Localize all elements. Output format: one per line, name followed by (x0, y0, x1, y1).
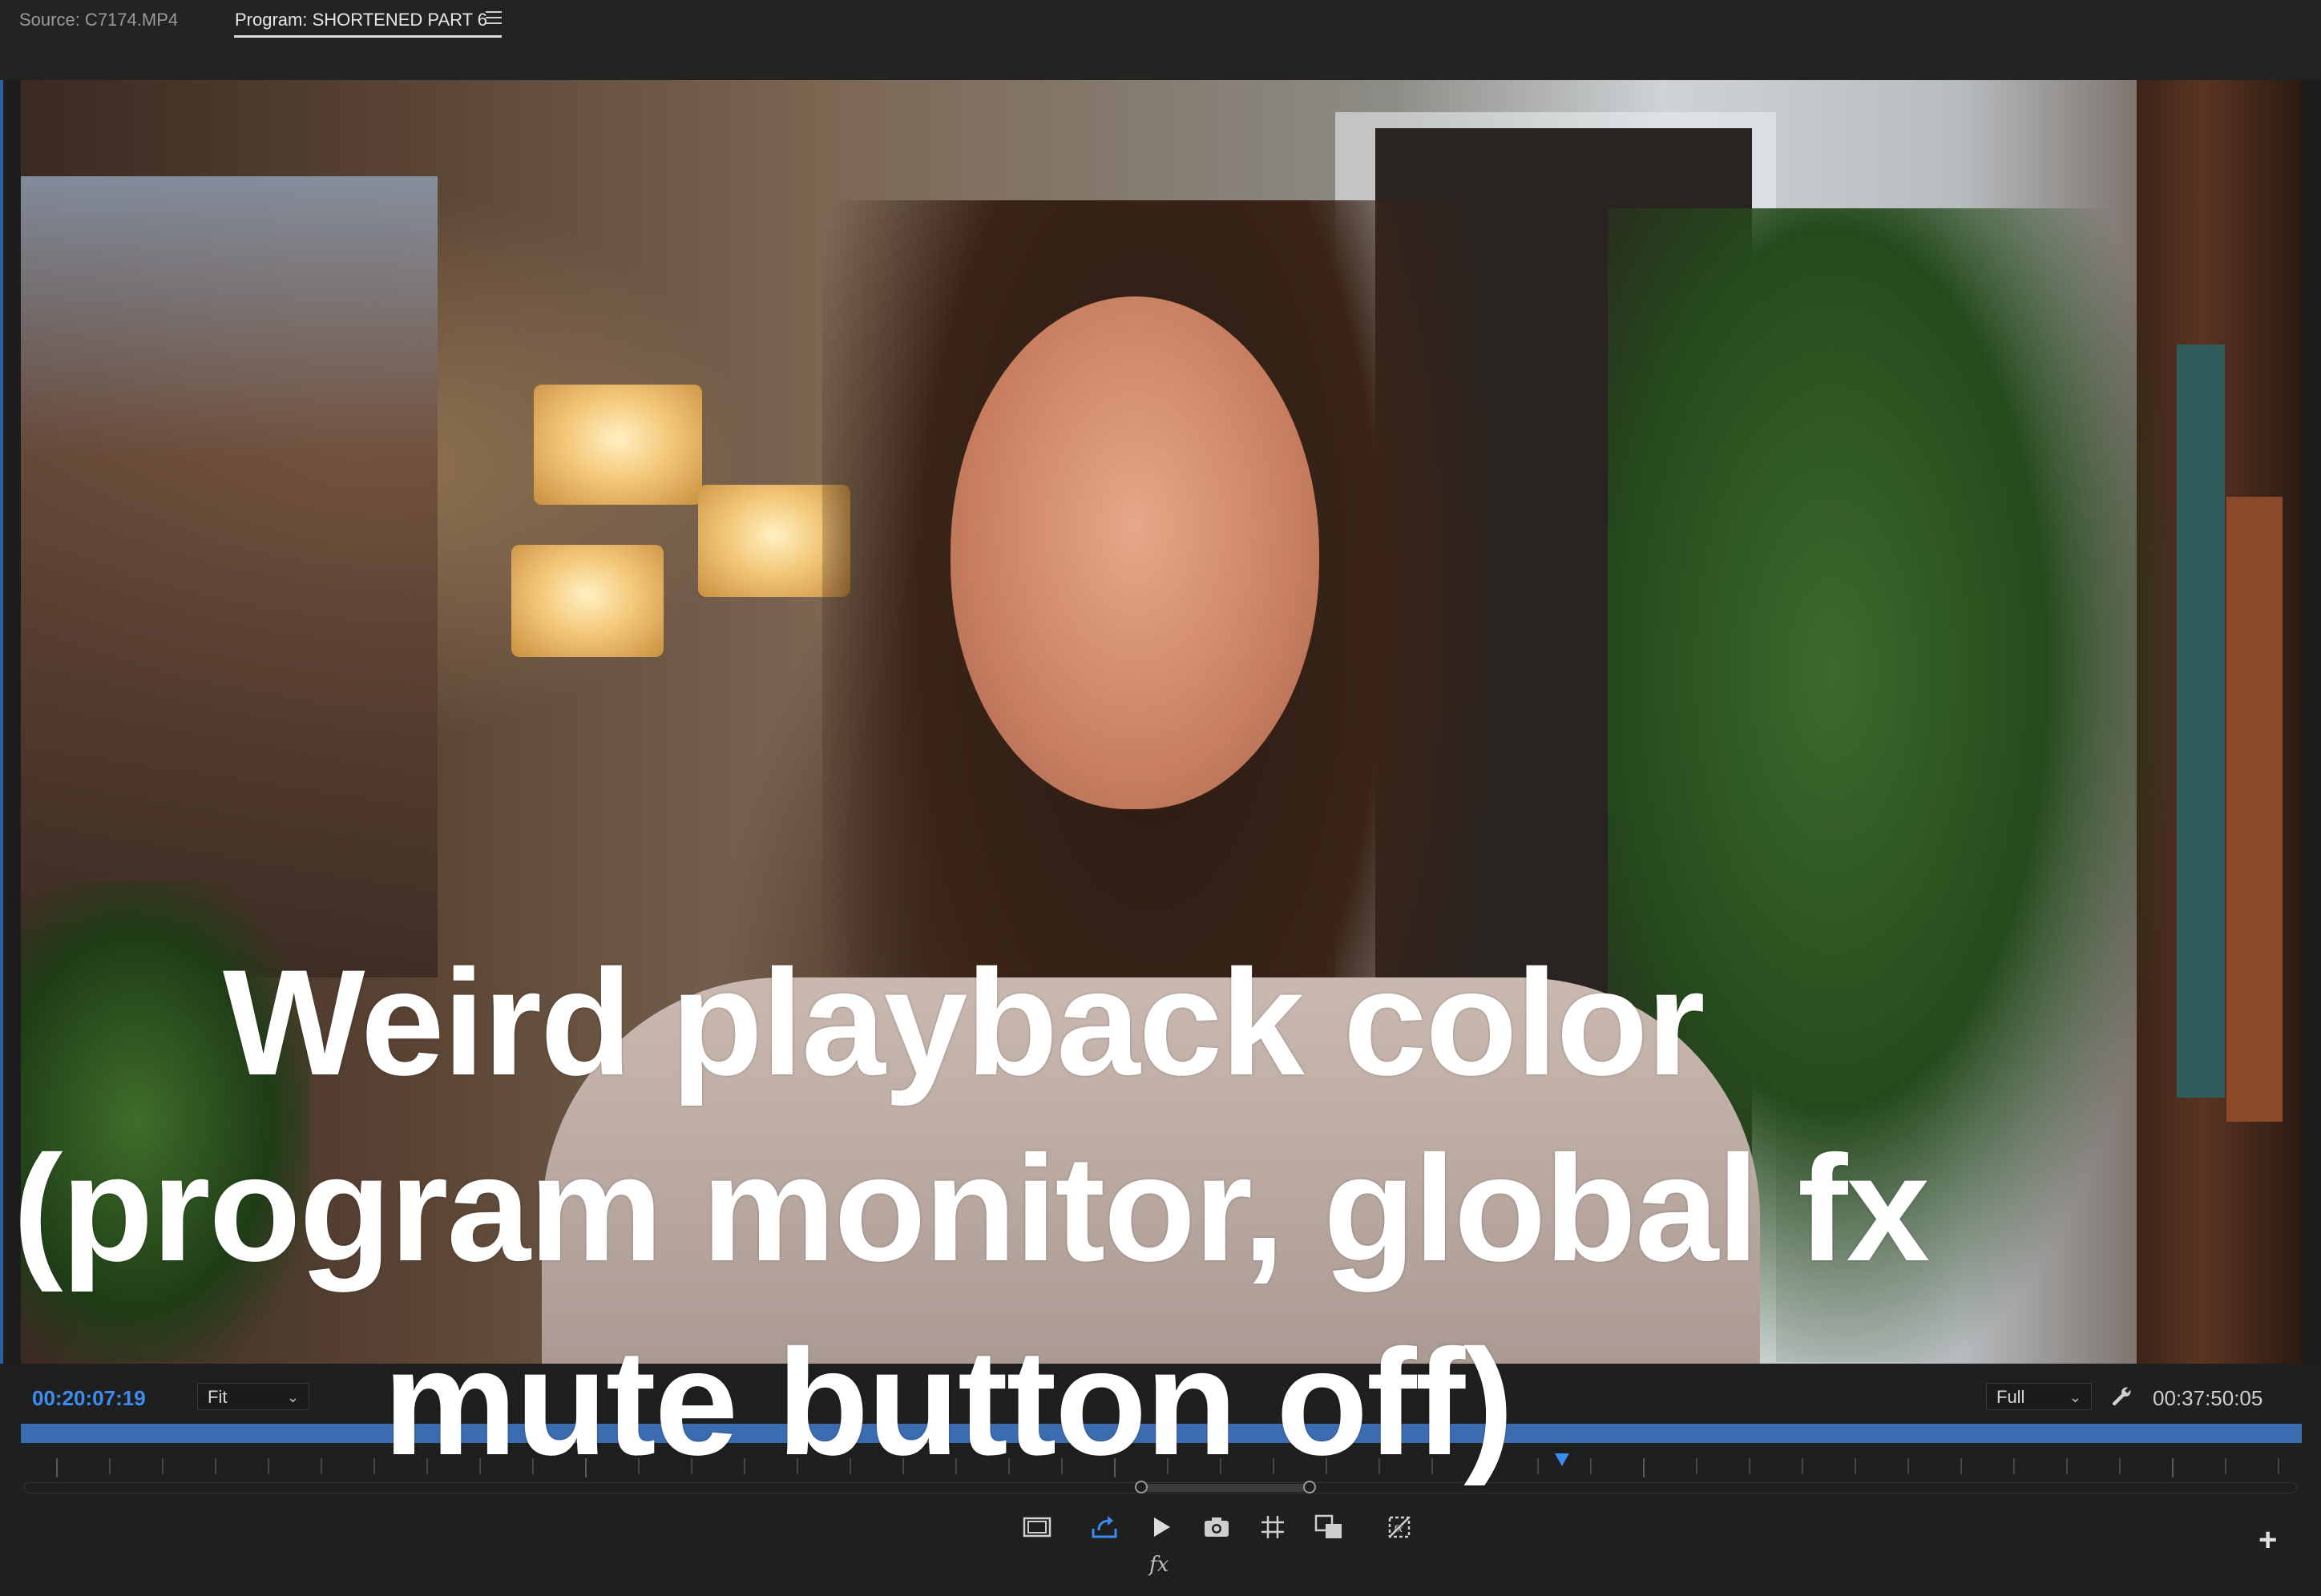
safe-margins-icon[interactable] (1019, 1509, 1055, 1545)
plus-icon[interactable]: + (2258, 1524, 2277, 1556)
active-tab-indicator (234, 35, 502, 38)
grid-icon[interactable] (1255, 1509, 1290, 1545)
zoom-level-value: Fit (208, 1387, 228, 1407)
lamp-shade (534, 385, 702, 505)
panel-focus-edge (0, 0, 3, 1596)
caption-line-2: (program monitor, global fx (13, 1124, 1930, 1292)
chevron-down-icon: ⌄ (286, 1389, 299, 1405)
play-icon[interactable] (1143, 1509, 1178, 1545)
tab-program[interactable]: Program: SHORTENED PART 6 (235, 10, 487, 30)
ruler-tick (373, 1458, 375, 1474)
lamp-shade (511, 545, 664, 657)
ruler-tick (268, 1458, 269, 1474)
caption-line-1: Weird playback color (223, 938, 1705, 1106)
lift-extract-icon[interactable] (1087, 1509, 1122, 1545)
ruler-tick (162, 1458, 163, 1474)
caption-line-3: mute button off) (383, 1318, 1514, 1486)
fx-badge: fx (1149, 1553, 1169, 1577)
ruler-tick (321, 1458, 322, 1474)
hamburger-icon[interactable] (486, 11, 502, 26)
comparison-view-icon[interactable] (1311, 1509, 1346, 1545)
current-timecode[interactable]: 00:20:07:19 (32, 1386, 146, 1411)
presenter-face (951, 296, 1319, 809)
tab-source[interactable]: Source: C7174.MP4 (19, 10, 178, 30)
background-poster (21, 176, 438, 977)
panel-tab-bar: Source: C7174.MP4 Program: SHORTENED PAR… (0, 0, 2321, 80)
camera-icon[interactable] (1199, 1509, 1234, 1545)
ruler-tick (109, 1458, 111, 1474)
ruler-tick (56, 1458, 58, 1477)
global-fx-mute-icon[interactable]: fx (1382, 1509, 1417, 1545)
ruler-tick (215, 1458, 216, 1474)
svg-text:fx: fx (1393, 1523, 1403, 1534)
zoom-level-select[interactable]: Fit ⌄ (197, 1383, 309, 1410)
